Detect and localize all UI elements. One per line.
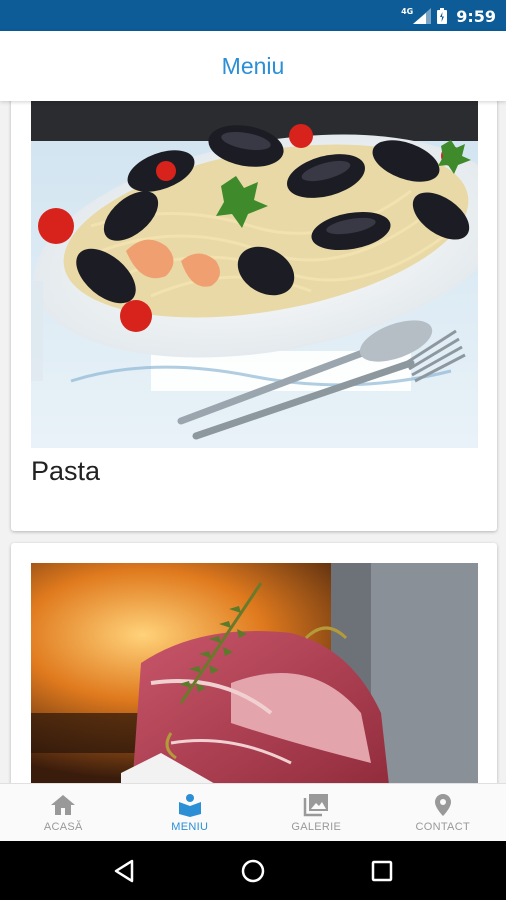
status-icons: 4G 9:59 — [401, 6, 496, 26]
back-icon — [115, 859, 134, 882]
status-bar: 4G 9:59 — [0, 0, 506, 31]
network-type: 4G — [401, 6, 414, 16]
nav-item-meniu[interactable]: MENIU — [127, 784, 254, 842]
location-pin-icon — [434, 794, 451, 816]
menu-list[interactable]: Pasta — [0, 101, 506, 783]
system-navigation-bar — [0, 841, 506, 900]
home-button[interactable] — [233, 851, 273, 891]
page-title: Meniu — [221, 52, 285, 79]
nav-item-galerie[interactable]: GALERIE — [253, 784, 380, 842]
app-bar: Meniu — [0, 31, 506, 101]
signal-icon — [413, 8, 432, 24]
nav-item-contact[interactable]: CONTACT — [380, 784, 506, 842]
nav-label: MENIU — [171, 821, 209, 833]
home-icon — [51, 795, 76, 815]
nav-label: CONTACT — [415, 821, 470, 833]
battery-icon — [437, 8, 448, 24]
gallery-icon — [304, 794, 329, 817]
menu-item-label: Pasta — [31, 456, 101, 486]
home-circle-icon — [241, 859, 265, 882]
raw-meat-photo — [31, 563, 478, 783]
menu-card-pasta[interactable]: Pasta — [11, 101, 497, 531]
clock: 9:59 — [456, 6, 496, 26]
recents-icon — [371, 860, 392, 881]
nav-label: GALERIE — [291, 821, 342, 833]
back-button[interactable] — [104, 851, 144, 891]
recents-button[interactable] — [362, 851, 402, 891]
bottom-navigation: ACASĂ MENIU GALERIE CONTACT — [0, 783, 506, 842]
nav-item-acasa[interactable]: ACASĂ — [0, 784, 127, 842]
seafood-pasta-photo — [31, 101, 478, 448]
nav-label: ACASĂ — [43, 821, 83, 833]
menu-book-icon — [178, 794, 201, 817]
menu-card-meat[interactable] — [11, 543, 497, 783]
